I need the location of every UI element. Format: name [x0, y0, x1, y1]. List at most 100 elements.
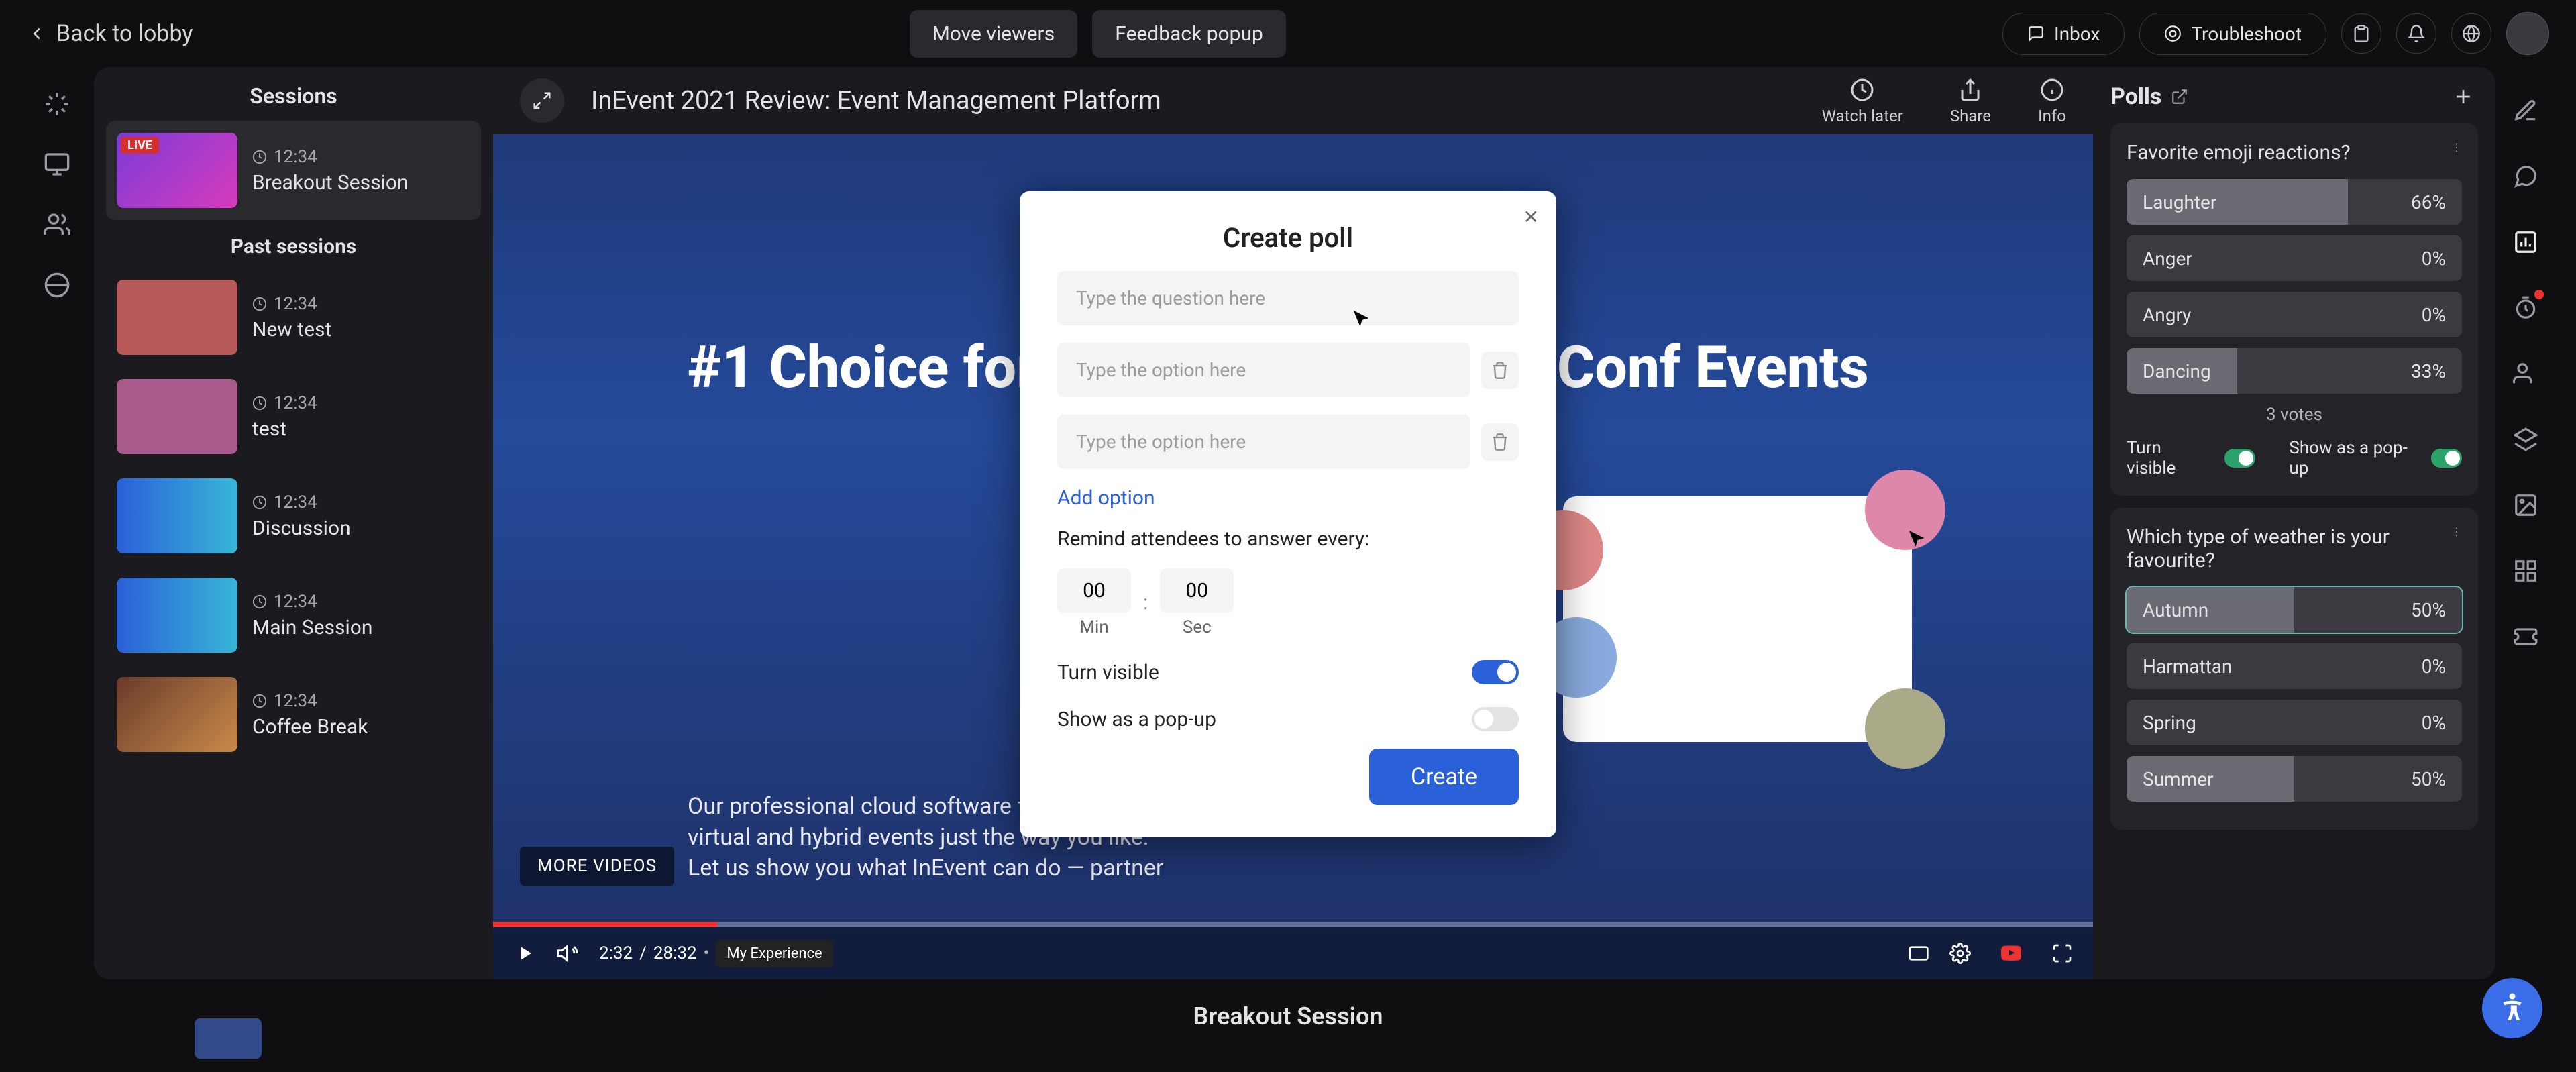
- back-to-lobby-link[interactable]: Back to lobby: [27, 20, 193, 47]
- remind-min-input[interactable]: [1057, 568, 1131, 613]
- hero-card: [1563, 496, 1912, 742]
- poll-option-input[interactable]: [1057, 343, 1470, 397]
- session-time: 12:34: [274, 147, 317, 167]
- modal-show-popup-toggle[interactable]: [1472, 707, 1519, 731]
- polls-panel-icon[interactable]: [2509, 225, 2542, 259]
- volume-button[interactable]: [556, 942, 579, 965]
- inbox-label: Inbox: [2054, 23, 2100, 45]
- show-popup-toggle[interactable]: [2431, 449, 2462, 468]
- grid-panel-icon[interactable]: [2509, 554, 2542, 588]
- show-popup-label: Show as a pop-up: [2289, 438, 2411, 478]
- session-thumbnail: LIVE: [117, 133, 237, 208]
- globe-icon[interactable]: [40, 268, 74, 302]
- poll-option[interactable]: Anger0%: [2127, 235, 2462, 281]
- past-session-item[interactable]: 12:34 Coffee Break: [106, 665, 481, 764]
- accessibility-button[interactable]: [2482, 978, 2542, 1038]
- turn-visible-label: Turn visible: [2127, 438, 2204, 478]
- poll-card: Favorite emoji reactions? ⋮ Laughter66% …: [2110, 123, 2478, 496]
- user-avatar[interactable]: [2506, 12, 2549, 55]
- sessions-heading: Sessions: [106, 83, 481, 109]
- modal-turn-visible-label: Turn visible: [1057, 661, 1159, 684]
- avatar-bubble: [1865, 688, 1945, 769]
- modal-turn-visible-toggle[interactable]: [1472, 660, 1519, 684]
- turn-visible-toggle[interactable]: [2224, 449, 2255, 468]
- session-time: 12:34: [274, 492, 317, 513]
- delete-option-button[interactable]: [1481, 423, 1519, 461]
- info-label: Info: [2038, 107, 2066, 125]
- create-poll-modal: ✕ Create poll Add option Remind attendee…: [1020, 191, 1556, 837]
- add-poll-button[interactable]: [2449, 82, 2478, 111]
- poll-option[interactable]: Summer50%: [2127, 756, 2462, 802]
- experience-chip[interactable]: My Experience: [716, 940, 833, 967]
- clock-icon: [252, 594, 267, 609]
- troubleshoot-button[interactable]: Troubleshoot: [2139, 13, 2326, 55]
- chat-icon: [2027, 25, 2045, 42]
- expand-video-button[interactable]: [520, 78, 564, 123]
- people-icon[interactable]: [40, 208, 74, 242]
- poll-question: Which type of weather is your favourite?: [2127, 525, 2451, 572]
- current-session-name: Breakout Session: [1193, 1002, 1383, 1030]
- past-sessions-heading: Past sessions: [106, 235, 481, 258]
- poll-option[interactable]: Spring0%: [2127, 700, 2462, 745]
- ticket-panel-icon[interactable]: [2509, 620, 2542, 653]
- add-option-link[interactable]: Add option: [1057, 486, 1519, 510]
- youtube-logo-icon[interactable]: [1991, 943, 2031, 964]
- globe-button[interactable]: [2451, 13, 2491, 54]
- feedback-popup-button[interactable]: Feedback popup: [1092, 10, 1286, 58]
- session-current[interactable]: LIVE 12:34 Breakout Session: [106, 121, 481, 220]
- clock-icon: [252, 396, 267, 411]
- pip-thumbnail[interactable]: [195, 1018, 262, 1059]
- poll-option[interactable]: Dancing33%: [2127, 348, 2462, 394]
- fullscreen-button[interactable]: [2051, 943, 2073, 964]
- past-session-item[interactable]: 12:34 test: [106, 367, 481, 466]
- current-time: 2:32: [599, 943, 633, 963]
- poll-option[interactable]: Angry0%: [2127, 292, 2462, 337]
- avatar-bubble: [1865, 470, 1945, 550]
- poll-question: Favorite emoji reactions?: [2127, 141, 2351, 164]
- poll-option[interactable]: Laughter66%: [2127, 179, 2462, 225]
- info-button[interactable]: Info: [2038, 76, 2066, 125]
- session-thumbnail: [117, 578, 237, 653]
- external-link-icon[interactable]: [2171, 88, 2188, 105]
- session-thumbnail: [117, 677, 237, 752]
- close-modal-button[interactable]: ✕: [1523, 206, 1539, 228]
- layers-panel-icon[interactable]: [2509, 423, 2542, 456]
- watch-later-button[interactable]: Watch later: [1822, 76, 1903, 125]
- chat-panel-icon[interactable]: [2509, 160, 2542, 193]
- inbox-button[interactable]: Inbox: [2002, 13, 2125, 55]
- delete-option-button[interactable]: [1481, 352, 1519, 389]
- session-time: 12:34: [274, 691, 317, 711]
- notifications-button[interactable]: [2396, 13, 2436, 54]
- poll-option[interactable]: Harmattan0%: [2127, 643, 2462, 689]
- more-videos-button[interactable]: MORE VIDEOS: [520, 847, 674, 886]
- play-button[interactable]: [513, 942, 536, 965]
- spark-icon[interactable]: [40, 87, 74, 121]
- poll-question-input[interactable]: [1057, 271, 1519, 325]
- live-badge: LIVE: [121, 137, 159, 154]
- past-session-item[interactable]: 12:34 New test: [106, 268, 481, 367]
- share-icon: [1956, 76, 1984, 104]
- captions-button[interactable]: [1908, 943, 1929, 964]
- poll-option-input[interactable]: [1057, 415, 1470, 469]
- monitor-icon[interactable]: [40, 148, 74, 181]
- settings-button[interactable]: [1949, 943, 1971, 964]
- back-label: Back to lobby: [56, 20, 193, 47]
- poll-option[interactable]: Autumn50%: [2127, 587, 2462, 633]
- timer-panel-icon[interactable]: [2509, 291, 2542, 325]
- photo-panel-icon[interactable]: [2509, 488, 2542, 522]
- people-panel-icon[interactable]: [2509, 357, 2542, 390]
- poll-menu-button[interactable]: ⋮: [2451, 141, 2462, 179]
- edit-panel-icon[interactable]: [2509, 94, 2542, 127]
- session-name: New test: [252, 318, 331, 341]
- move-viewers-button[interactable]: Move viewers: [910, 10, 1078, 58]
- info-icon: [2038, 76, 2066, 104]
- remind-label: Remind attendees to answer every:: [1057, 527, 1519, 551]
- progress-bar[interactable]: [493, 922, 2093, 927]
- clipboard-button[interactable]: [2341, 13, 2381, 54]
- remind-sec-input[interactable]: [1160, 568, 1234, 613]
- past-session-item[interactable]: 12:34 Discussion: [106, 466, 481, 566]
- past-session-item[interactable]: 12:34 Main Session: [106, 566, 481, 665]
- poll-menu-button[interactable]: ⋮: [2451, 525, 2462, 587]
- share-button[interactable]: Share: [1950, 76, 1991, 125]
- create-poll-submit-button[interactable]: Create: [1369, 749, 1519, 805]
